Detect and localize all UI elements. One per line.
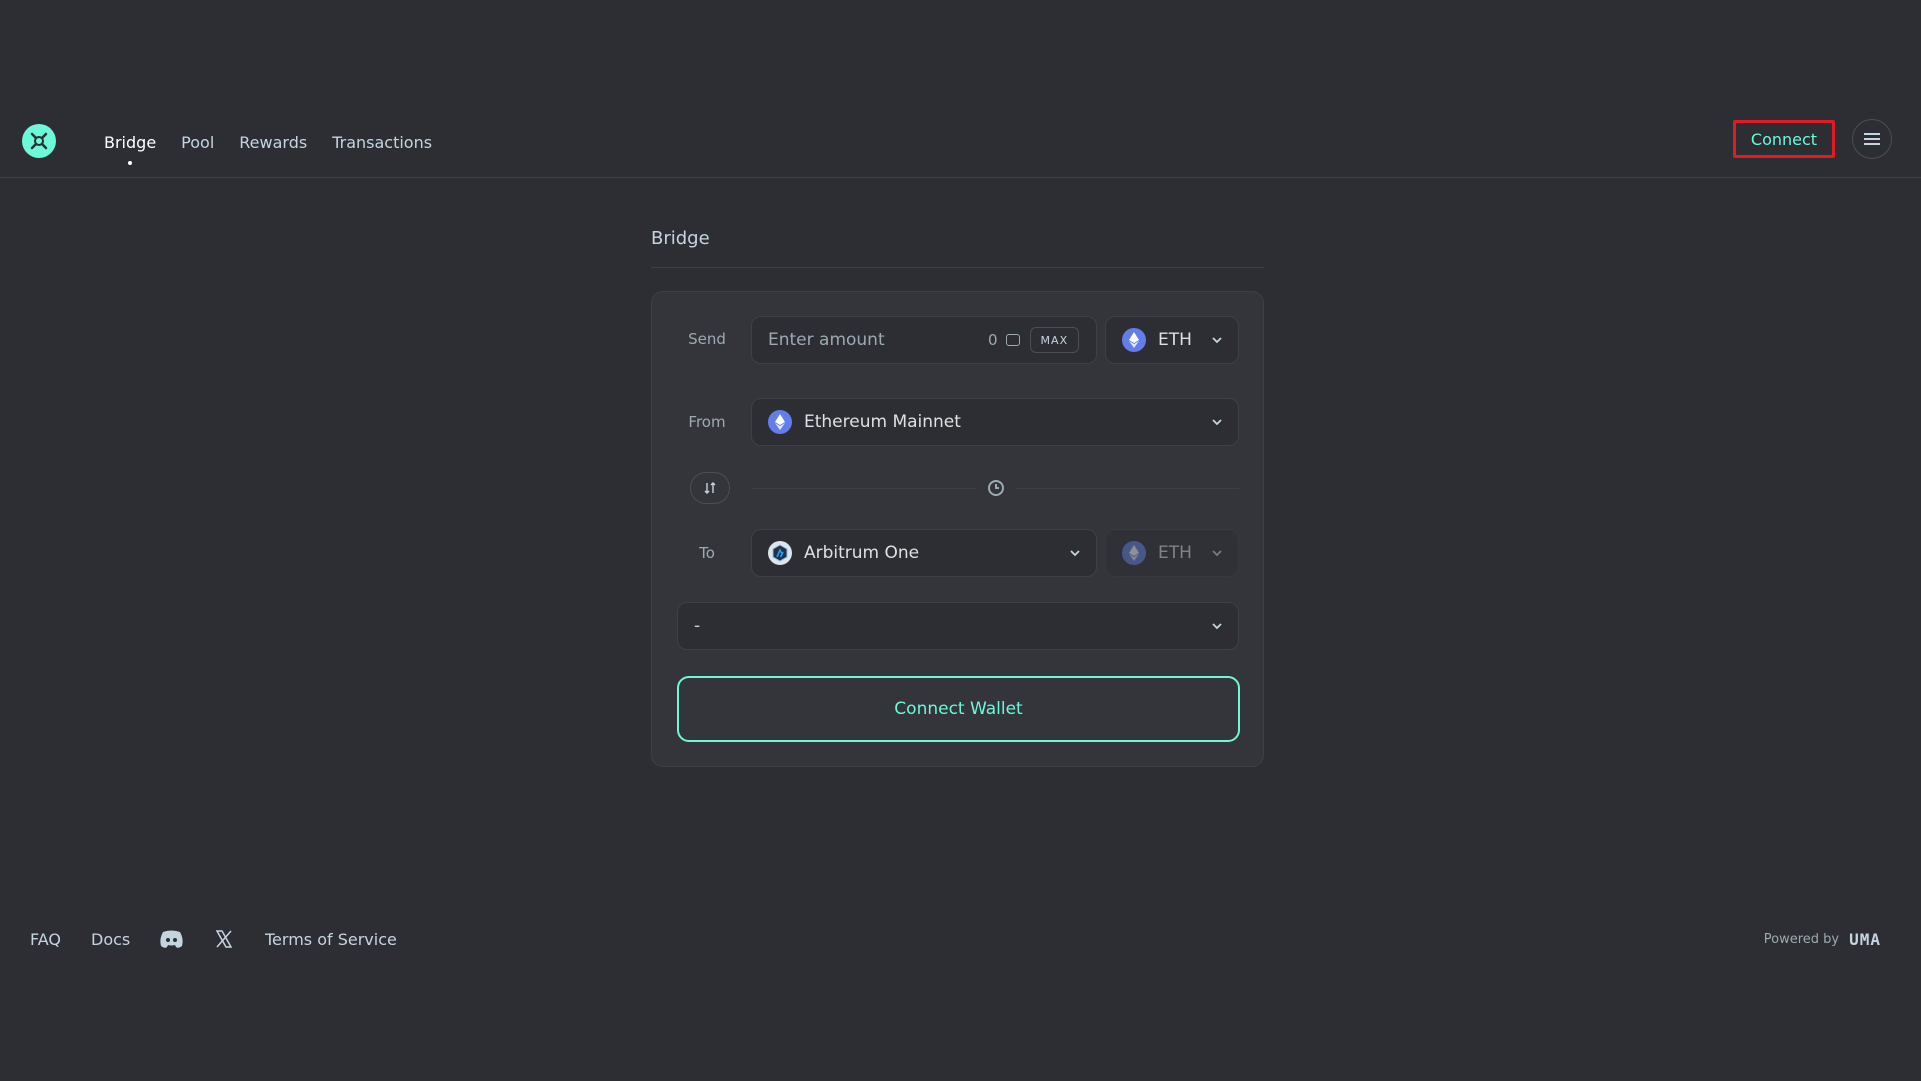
eth-icon xyxy=(1122,541,1146,565)
wallet-icon xyxy=(1005,334,1020,346)
x-twitter-icon[interactable] xyxy=(215,930,233,952)
swap-direction-button[interactable] xyxy=(690,472,730,504)
nav-rewards[interactable]: Rewards xyxy=(239,133,307,152)
main-nav: Bridge Pool Rewards Transactions xyxy=(104,133,457,152)
chevron-down-icon xyxy=(1212,623,1222,630)
from-label: From xyxy=(688,413,726,431)
to-label: To xyxy=(699,544,715,562)
divider xyxy=(751,488,976,489)
chevron-down-icon xyxy=(1212,419,1222,426)
arbitrum-icon xyxy=(768,541,792,565)
menu-button[interactable] xyxy=(1852,119,1892,159)
uma-logo-icon[interactable]: UMA xyxy=(1849,930,1881,949)
amount-input[interactable] xyxy=(752,329,990,351)
eth-icon xyxy=(1122,328,1146,352)
divider xyxy=(1016,488,1239,489)
connect-wallet-button[interactable]: Connect Wallet xyxy=(677,676,1240,742)
max-button[interactable]: MAX xyxy=(1029,327,1080,353)
chevron-down-icon xyxy=(1212,337,1222,344)
send-label: Send xyxy=(688,330,726,348)
receive-token-label: ETH xyxy=(1158,543,1192,563)
chevron-down-icon xyxy=(1212,550,1222,557)
nav-transactions[interactable]: Transactions xyxy=(332,133,432,152)
chevron-down-icon xyxy=(1070,550,1080,557)
footer: FAQ Docs Terms of Service Powered by UMA xyxy=(0,920,1921,960)
bridge-card: Send 0 MAX ETH From Ethereum Mainnet To xyxy=(651,291,1264,767)
balance-value: 0 xyxy=(988,331,998,349)
amount-field: 0 MAX xyxy=(751,316,1097,364)
powered-by-label: Powered by xyxy=(1763,932,1840,947)
terms-link[interactable]: Terms of Service xyxy=(265,930,397,949)
route-select[interactable]: - xyxy=(677,602,1239,650)
hamburger-icon xyxy=(1864,130,1880,148)
nav-pool[interactable]: Pool xyxy=(181,133,214,152)
across-logo-icon[interactable] xyxy=(22,124,56,158)
docs-link[interactable]: Docs xyxy=(91,930,130,949)
faq-link[interactable]: FAQ xyxy=(30,930,61,949)
connect-button[interactable]: Connect xyxy=(1733,120,1835,158)
powered-by: Powered by UMA xyxy=(1764,930,1881,949)
swap-arrows-icon xyxy=(704,482,716,494)
clock-icon xyxy=(988,480,1004,496)
ethereum-icon xyxy=(768,410,792,434)
to-chain-select[interactable]: Arbitrum One xyxy=(751,529,1097,577)
discord-icon[interactable] xyxy=(159,929,184,953)
to-chain-label: Arbitrum One xyxy=(804,543,920,563)
route-select-value: - xyxy=(694,616,701,636)
from-chain-select[interactable]: Ethereum Mainnet xyxy=(751,398,1239,446)
page-title: Bridge xyxy=(651,228,1264,268)
send-token-select[interactable]: ETH xyxy=(1105,316,1239,364)
from-chain-label: Ethereum Mainnet xyxy=(804,412,961,432)
send-token-label: ETH xyxy=(1158,330,1192,350)
top-header: Bridge Pool Rewards Transactions Connect xyxy=(0,98,1921,178)
nav-bridge[interactable]: Bridge xyxy=(104,133,156,152)
receive-token-select: ETH xyxy=(1105,529,1239,577)
